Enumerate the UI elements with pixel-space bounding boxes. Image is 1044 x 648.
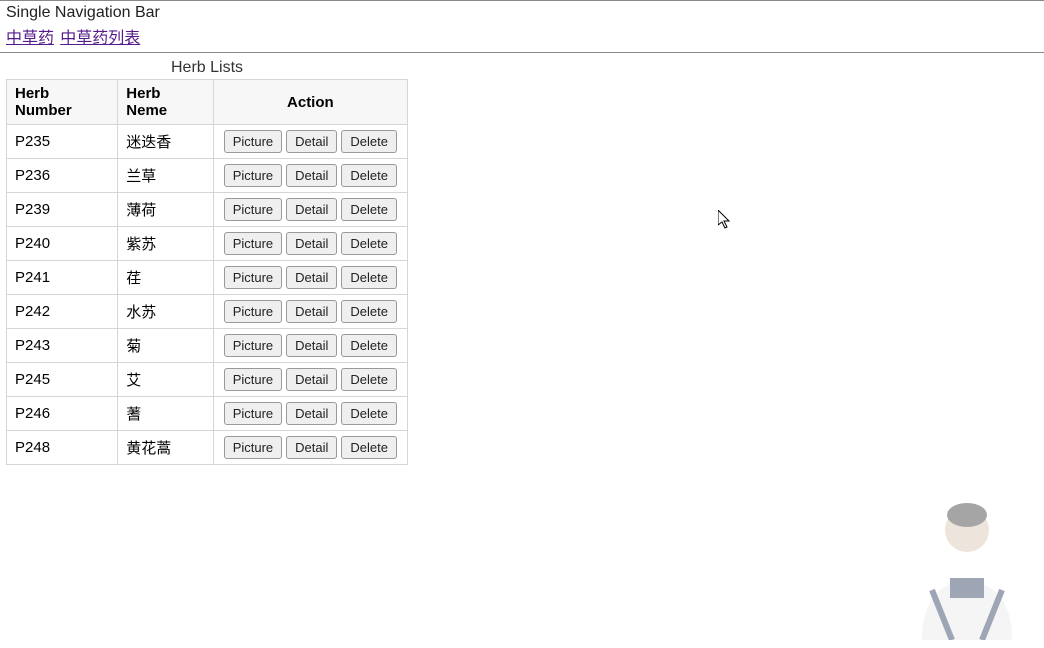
cell-herb-number: P242 xyxy=(7,295,118,329)
picture-button[interactable]: Picture xyxy=(224,368,282,391)
navigation-bar: Single Navigation Bar 中草药 中草药列表 xyxy=(0,0,1044,53)
cell-herb-number: P236 xyxy=(7,159,118,193)
delete-button[interactable]: Delete xyxy=(341,164,397,187)
picture-button[interactable]: Picture xyxy=(224,198,282,221)
picture-button[interactable]: Picture xyxy=(224,402,282,425)
cell-action: PictureDetailDelete xyxy=(213,329,407,363)
delete-button[interactable]: Delete xyxy=(341,436,397,459)
cell-action: PictureDetailDelete xyxy=(213,193,407,227)
detail-button[interactable]: Detail xyxy=(286,402,337,425)
cell-herb-number: P248 xyxy=(7,431,118,465)
cell-herb-name: 水苏 xyxy=(118,295,213,329)
table-row: P245艾PictureDetailDelete xyxy=(7,363,408,397)
cell-herb-name: 兰草 xyxy=(118,159,213,193)
delete-button[interactable]: Delete xyxy=(341,266,397,289)
col-action: Action xyxy=(213,80,407,125)
detail-button[interactable]: Detail xyxy=(286,198,337,221)
delete-button[interactable]: Delete xyxy=(341,198,397,221)
cell-action: PictureDetailDelete xyxy=(213,363,407,397)
cell-herb-name: 蓍 xyxy=(118,397,213,431)
table-row: P240紫苏PictureDetailDelete xyxy=(7,227,408,261)
cell-action: PictureDetailDelete xyxy=(213,295,407,329)
cell-action: PictureDetailDelete xyxy=(213,227,407,261)
detail-button[interactable]: Detail xyxy=(286,130,337,153)
detail-button[interactable]: Detail xyxy=(286,266,337,289)
table-row: P236兰草PictureDetailDelete xyxy=(7,159,408,193)
table-row: P246蓍PictureDetailDelete xyxy=(7,397,408,431)
cell-herb-number: P243 xyxy=(7,329,118,363)
table-row: P239薄荷PictureDetailDelete xyxy=(7,193,408,227)
table-row: P242水苏PictureDetailDelete xyxy=(7,295,408,329)
detail-button[interactable]: Detail xyxy=(286,334,337,357)
cell-herb-number: P235 xyxy=(7,125,118,159)
picture-button[interactable]: Picture xyxy=(224,300,282,323)
delete-button[interactable]: Delete xyxy=(341,130,397,153)
table-header-row: Herb Number Herb Neme Action xyxy=(7,80,408,125)
detail-button[interactable]: Detail xyxy=(286,368,337,391)
cell-action: PictureDetailDelete xyxy=(213,159,407,193)
picture-button[interactable]: Picture xyxy=(224,266,282,289)
picture-button[interactable]: Picture xyxy=(224,436,282,459)
cell-herb-name: 紫苏 xyxy=(118,227,213,261)
table-row: P243菊PictureDetailDelete xyxy=(7,329,408,363)
picture-button[interactable]: Picture xyxy=(224,334,282,357)
table-row: P248黄花蒿PictureDetailDelete xyxy=(7,431,408,465)
cell-herb-name: 荏 xyxy=(118,261,213,295)
col-herb-name: Herb Neme xyxy=(118,80,213,125)
nav-title: Single Navigation Bar xyxy=(6,4,1038,22)
table-row: P235迷迭香PictureDetailDelete xyxy=(7,125,408,159)
table-caption: Herb Lists xyxy=(6,59,408,79)
detail-button[interactable]: Detail xyxy=(286,164,337,187)
delete-button[interactable]: Delete xyxy=(341,368,397,391)
cell-action: PictureDetailDelete xyxy=(213,125,407,159)
mouse-cursor-icon xyxy=(718,210,732,230)
delete-button[interactable]: Delete xyxy=(341,402,397,425)
cell-action: PictureDetailDelete xyxy=(213,261,407,295)
detail-button[interactable]: Detail xyxy=(286,436,337,459)
nav-link-herb-list[interactable]: 中草药列表 xyxy=(60,30,140,47)
col-herb-number: Herb Number xyxy=(7,80,118,125)
cell-herb-name: 迷迭香 xyxy=(118,125,213,159)
presenter-avatar xyxy=(912,490,1022,640)
detail-button[interactable]: Detail xyxy=(286,232,337,255)
cell-herb-name: 黄花蒿 xyxy=(118,431,213,465)
cell-action: PictureDetailDelete xyxy=(213,431,407,465)
cell-herb-number: P240 xyxy=(7,227,118,261)
cell-herb-number: P245 xyxy=(7,363,118,397)
cell-herb-name: 菊 xyxy=(118,329,213,363)
cell-herb-number: P239 xyxy=(7,193,118,227)
picture-button[interactable]: Picture xyxy=(224,232,282,255)
delete-button[interactable]: Delete xyxy=(341,232,397,255)
table-row: P241荏PictureDetailDelete xyxy=(7,261,408,295)
nav-link-herbs[interactable]: 中草药 xyxy=(6,30,54,47)
detail-button[interactable]: Detail xyxy=(286,300,337,323)
picture-button[interactable]: Picture xyxy=(224,130,282,153)
nav-links: 中草药 中草药列表 xyxy=(6,24,1038,48)
picture-button[interactable]: Picture xyxy=(224,164,282,187)
cell-herb-name: 薄荷 xyxy=(118,193,213,227)
delete-button[interactable]: Delete xyxy=(341,300,397,323)
cell-action: PictureDetailDelete xyxy=(213,397,407,431)
delete-button[interactable]: Delete xyxy=(341,334,397,357)
cell-herb-number: P241 xyxy=(7,261,118,295)
herb-table: Herb Lists Herb Number Herb Neme Action … xyxy=(6,59,408,465)
cell-herb-name: 艾 xyxy=(118,363,213,397)
cell-herb-number: P246 xyxy=(7,397,118,431)
